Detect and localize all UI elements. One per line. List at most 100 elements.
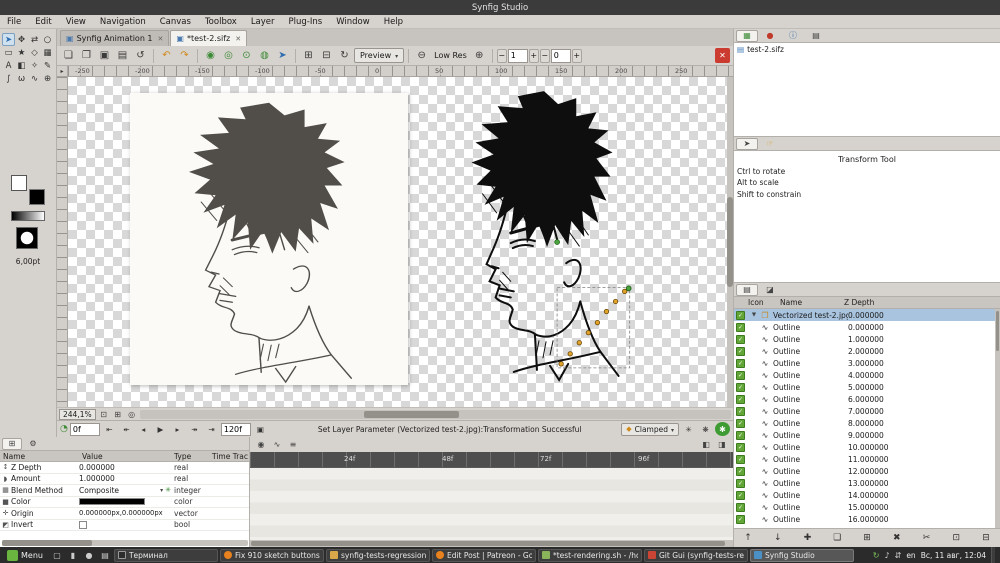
decrement-button[interactable] — [539, 48, 550, 63]
toggle-grid-button[interactable]: ⊞ — [300, 48, 317, 64]
menu-item[interactable]: File — [0, 15, 28, 29]
param-row-color[interactable]: ■ Color color — [0, 497, 249, 508]
gradient-swatch[interactable] — [11, 211, 45, 221]
current-frame-input[interactable] — [69, 422, 100, 436]
param-row-blend-method[interactable]: ▦ Blend Method Composite ▾ ✳ integer — [0, 485, 249, 497]
terminal-launcher-icon[interactable]: ▮ — [66, 549, 80, 562]
animate-mode-button[interactable]: ✱ — [715, 422, 730, 436]
layer-enabled-checkbox[interactable] — [736, 442, 745, 452]
delete-layer-button[interactable]: ✖ — [889, 531, 905, 545]
zoom-fit-button[interactable]: ⊡ — [98, 409, 110, 420]
taskbar-window-button[interactable]: Git Gui (synfig-tests-regres... — [643, 548, 748, 562]
undo-button[interactable]: ↶ — [158, 48, 175, 64]
toggle-tangent-handles-button[interactable]: ⊙ — [238, 48, 255, 64]
layer-row-outline[interactable]: ∿ Outline 0.000000 — [734, 321, 1000, 333]
hints-tab[interactable]: ☞ — [759, 138, 781, 150]
sketch-tool[interactable]: ∿ — [28, 72, 41, 85]
circle-tool[interactable]: ○ — [41, 33, 54, 46]
polygon-tool[interactable]: ◇ — [28, 46, 41, 59]
layer-row-outline[interactable]: ∿ Outline 6.000000 — [734, 393, 1000, 405]
seek-end-button[interactable]: ⇥ — [204, 422, 219, 436]
list-button[interactable]: ≡ — [286, 438, 300, 451]
zoom-reset-button[interactable]: ⊞ — [112, 409, 124, 420]
next-frame-button[interactable]: ▸ — [170, 422, 185, 436]
layer-row-outline[interactable]: ∿ Outline 13.000000 — [734, 477, 1000, 489]
close-canvas-icon[interactable] — [715, 48, 730, 63]
layer-enabled-checkbox[interactable] — [736, 370, 745, 380]
expander-icon[interactable]: ▼ — [749, 312, 759, 318]
taskbar-window-button[interactable]: Fix 910 sketch buttons by ro... — [219, 548, 324, 562]
lower-layer-button[interactable]: ↓ — [770, 531, 786, 545]
menu-item[interactable]: Layer — [244, 15, 282, 29]
layer-enabled-checkbox[interactable] — [736, 382, 745, 392]
tab-synfig-animation-1[interactable]: ▣ Synfig Animation 1 — [60, 30, 170, 46]
decrease-resolution-button[interactable]: ⊖ — [413, 48, 430, 64]
canvas-tab[interactable]: ◪ — [759, 284, 781, 296]
horizontal-ruler[interactable]: -250 -200 -150 -100 -50 0 50 100 150 200 250 — [68, 66, 733, 77]
redo-button[interactable]: ↷ — [176, 48, 193, 64]
mirror-tool[interactable]: ⇄ — [28, 33, 41, 46]
layer-row-outline[interactable]: ∿ Outline 1.000000 — [734, 333, 1000, 345]
increase-resolution-button[interactable]: ⊕ — [471, 48, 488, 64]
text-tool[interactable]: A — [2, 59, 15, 72]
fill-tool[interactable]: ◧ — [15, 59, 28, 72]
layer-enabled-checkbox[interactable] — [736, 514, 745, 524]
canvas-file-item[interactable]: ▤ test-2.sifz — [734, 43, 1000, 56]
layer-row-outline[interactable]: ∿ Outline 8.000000 — [734, 417, 1000, 429]
layer-row-outline[interactable]: ∿ Outline 4.000000 — [734, 369, 1000, 381]
new-layer-button[interactable]: ✚ — [800, 531, 816, 545]
menu-item[interactable]: Toolbox — [198, 15, 244, 29]
taskbar-window-button[interactable]: synfig-tests-regressions — [325, 548, 430, 562]
canvas-browser-tab[interactable]: ▦ — [736, 29, 758, 42]
taskbar-window-button[interactable]: Synfig Studio — [749, 548, 854, 562]
show-keyframes-button[interactable]: ✳ — [681, 422, 696, 436]
timetrack-rows[interactable] — [250, 467, 733, 540]
preview-quality-dropdown[interactable]: Preview — [354, 48, 405, 63]
layer-enabled-checkbox[interactable] — [736, 454, 745, 464]
horizontal-scrollbar[interactable] — [139, 409, 731, 419]
zoom-area-button[interactable]: ◎ — [126, 409, 138, 420]
scrollbar-thumb[interactable] — [996, 311, 999, 351]
next-keyframe-button[interactable]: ↠ — [187, 422, 202, 436]
curves-button[interactable]: ∿ — [270, 438, 284, 451]
toggle-radius-handles-button[interactable]: ◍ — [256, 48, 273, 64]
menu-button[interactable]: Menu — [2, 547, 48, 563]
scrollbar-thumb[interactable] — [251, 541, 725, 546]
fill-color-swatch[interactable] — [29, 189, 45, 205]
prev-keyframe-button[interactable]: ↞ — [119, 422, 134, 436]
refresh-button[interactable]: ↻ — [336, 48, 353, 64]
layer-row-outline[interactable]: ∿ Outline 14.000000 — [734, 489, 1000, 501]
tool-tab[interactable]: ⚙ — [23, 438, 43, 450]
layer-enabled-checkbox[interactable] — [736, 346, 745, 356]
files-launcher-icon[interactable]: ▤ — [98, 549, 112, 562]
params-tab[interactable]: ⊞ — [2, 437, 22, 450]
firefox-launcher-icon[interactable]: ● — [82, 549, 96, 562]
revert-button[interactable]: ↺ — [132, 48, 149, 64]
titlebar[interactable]: Synfig Studio — [0, 0, 1000, 15]
blend-method-dropdown[interactable]: Composite ▾ ✳ — [79, 486, 171, 495]
spline-tool[interactable]: ∫ — [2, 72, 15, 85]
invert-checkbox[interactable] — [79, 520, 87, 529]
rectangle-tool[interactable]: ▭ — [2, 46, 15, 59]
history-tab[interactable]: ● — [759, 30, 781, 42]
lock-future-keyframe-button[interactable]: ◨ — [715, 438, 729, 451]
layer-row-outline[interactable]: ∿ Outline 10.000000 — [734, 441, 1000, 453]
lock-past-keyframe-button[interactable]: ◧ — [699, 438, 713, 451]
default-interpolation-dropdown[interactable]: ◆ Clamped — [621, 422, 679, 436]
layer-enabled-checkbox[interactable] — [736, 310, 745, 320]
canvas-viewport[interactable] — [68, 77, 727, 407]
layer-row-outline[interactable]: ∿ Outline 12.000000 — [734, 465, 1000, 477]
vectorized-drawing[interactable] — [418, 81, 670, 383]
paste-layer-button[interactable]: ⊟ — [978, 531, 994, 545]
color-swatch[interactable] — [79, 498, 145, 506]
render-preview-button[interactable]: ▣ — [253, 422, 268, 436]
past-onion-input[interactable] — [507, 48, 528, 63]
toggle-bounds-button[interactable]: ❋ — [698, 422, 713, 436]
new-document-button[interactable]: ❏ — [60, 48, 77, 64]
param-row-z-depth[interactable]: ↕ Z Depth 0.000000 real — [0, 462, 249, 474]
layer-row-outline[interactable]: ∿ Outline 7.000000 — [734, 405, 1000, 417]
eyedrop-tool[interactable]: ✧ — [28, 59, 41, 72]
duplicate-layer-button[interactable]: ⊞ — [859, 531, 875, 545]
taskbar-window-button[interactable]: *test-rendering.sh - /home/... — [537, 548, 642, 562]
tool-options-tab[interactable]: ➤ — [736, 137, 758, 150]
